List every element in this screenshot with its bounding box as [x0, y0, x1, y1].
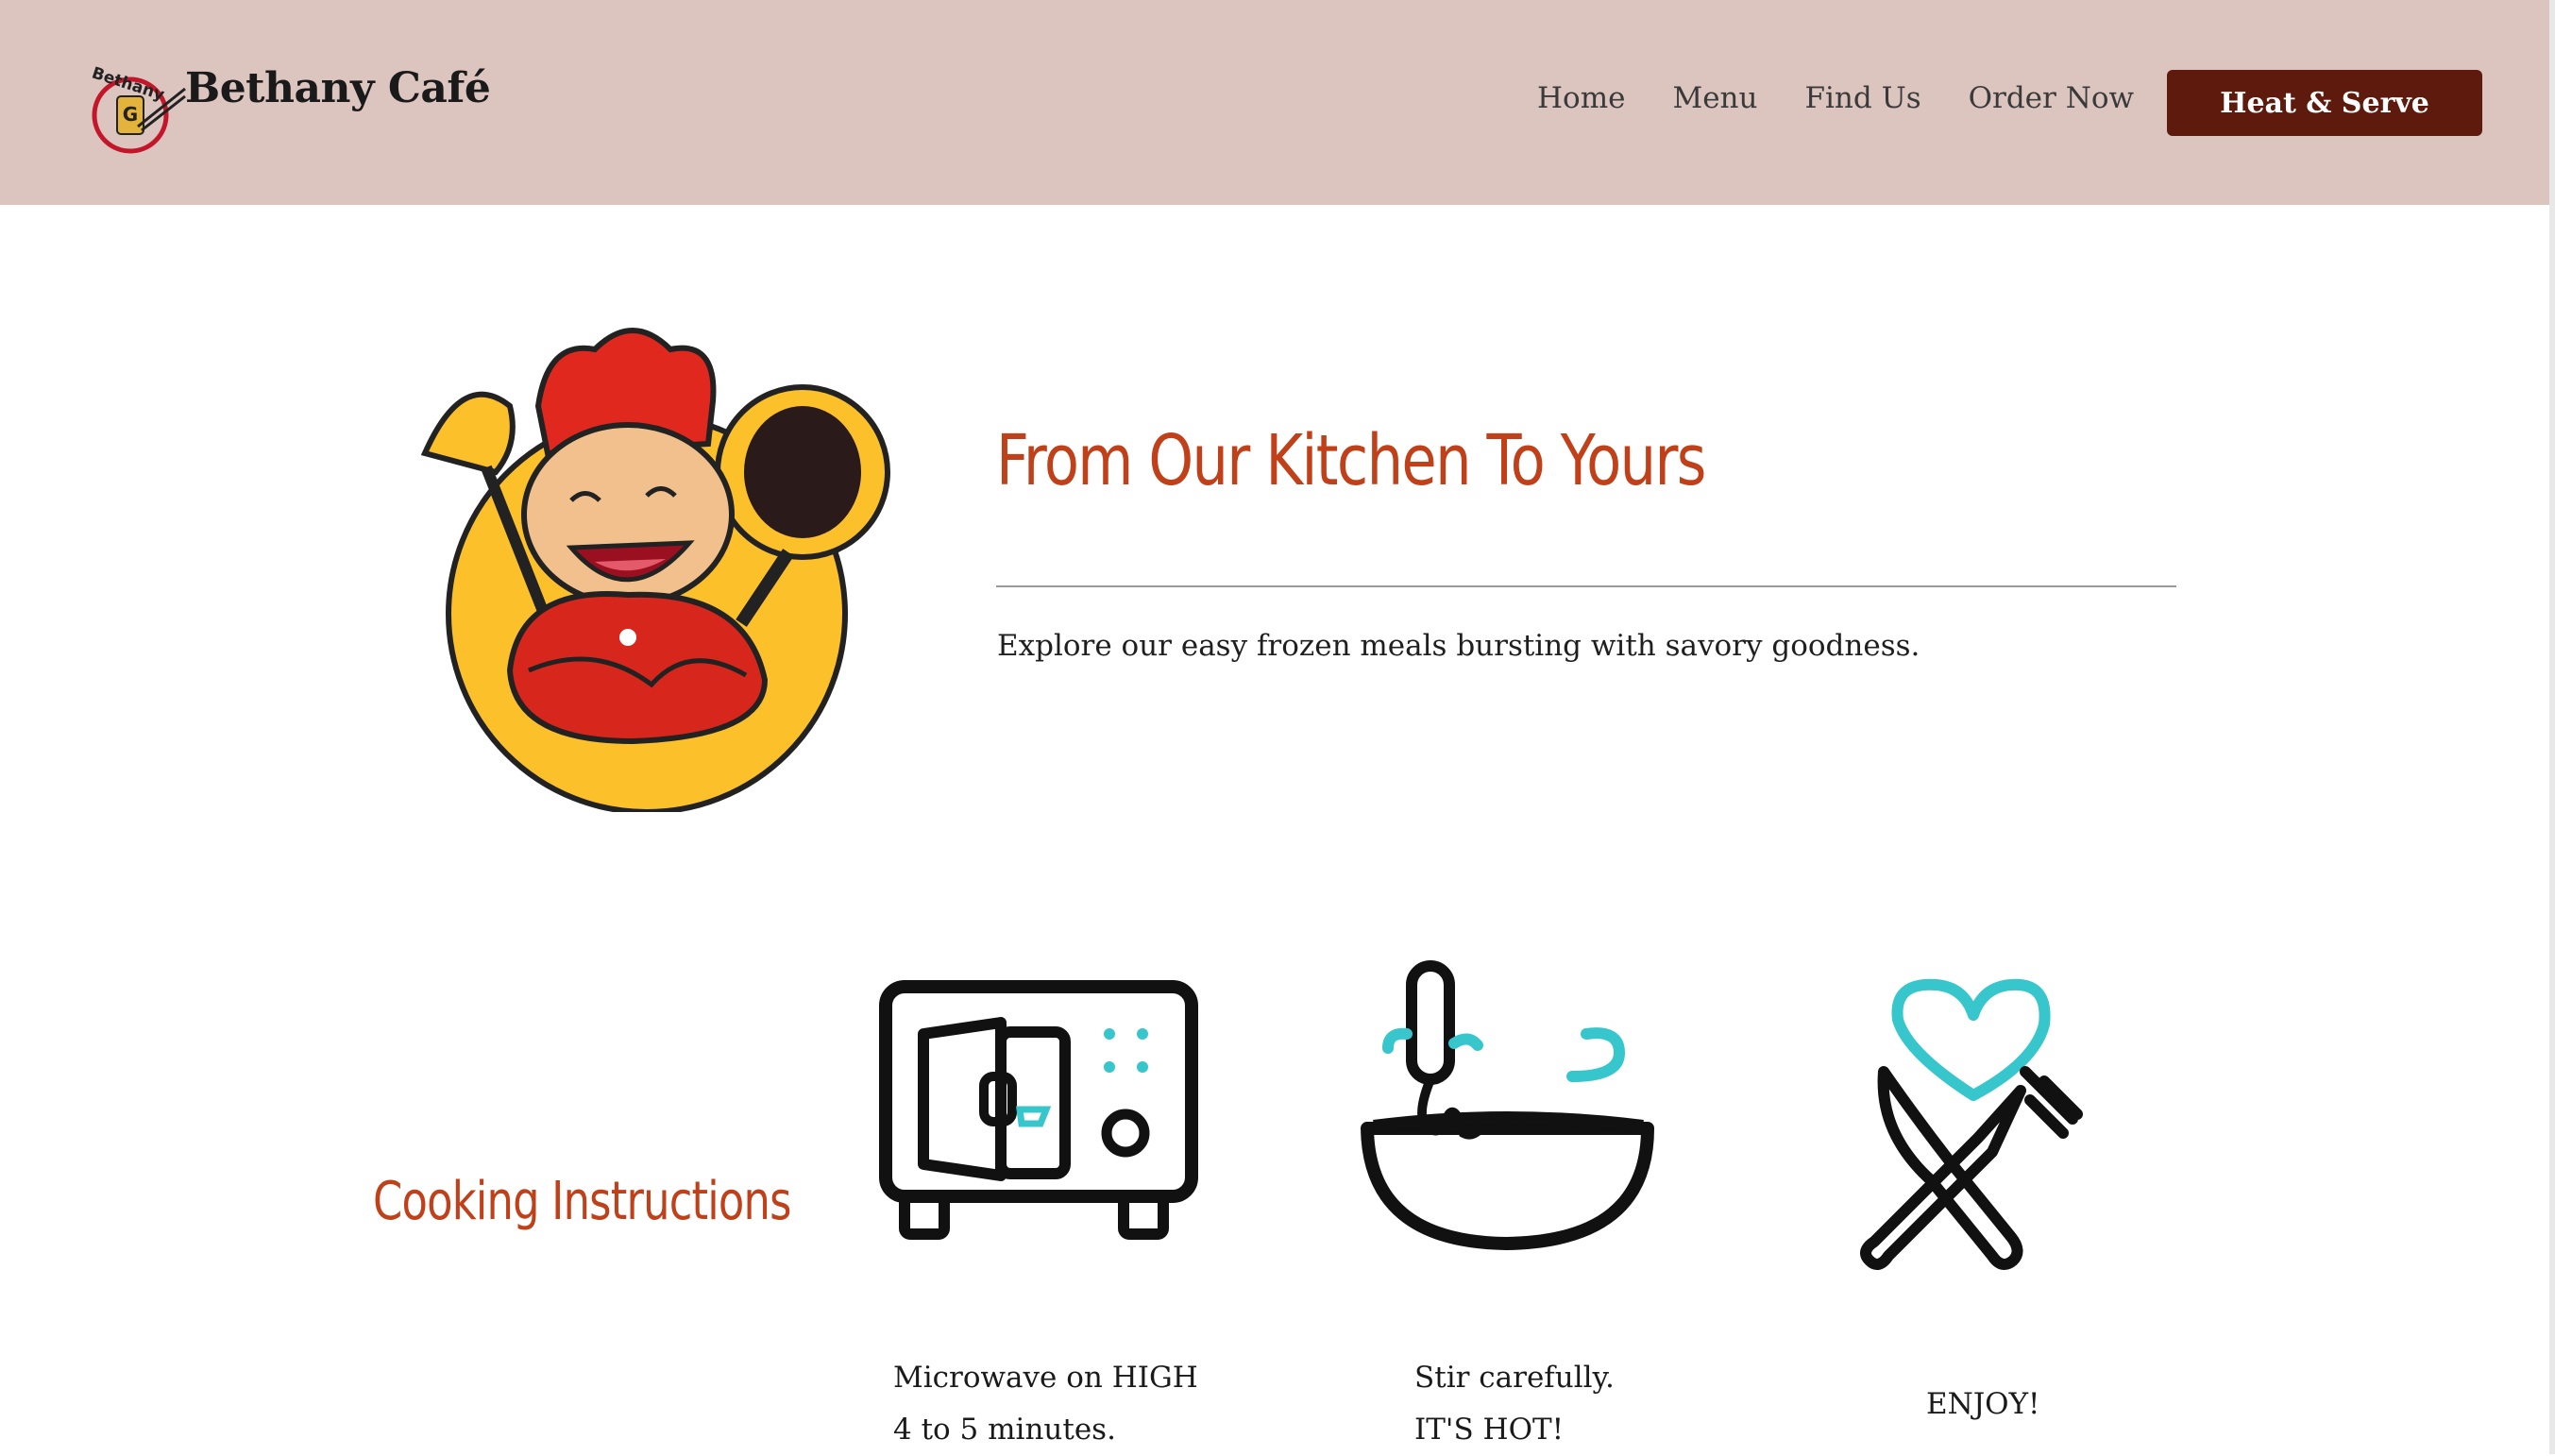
step-2-line-2: IT'S HOT! — [1414, 1413, 1565, 1447]
main-nav: Home Menu Find Us Order Now — [1537, 81, 2181, 115]
microwave-icon — [879, 980, 1198, 1240]
hero-title: From Our Kitchen To Yours — [996, 420, 1706, 501]
whisk-bowl-icon — [1361, 960, 1654, 1250]
chef-mascot-image — [420, 328, 890, 812]
window-edge — [2549, 0, 2555, 1454]
fork-knife-heart-icon — [1860, 978, 2083, 1270]
step-microwave: Microwave on HIGH 4 to 5 minutes. — [893, 1352, 1198, 1456]
site-header: G Bethany Bethany Café Home Menu Find Us… — [0, 0, 2555, 205]
cooking-instructions-heading: Cooking Instructions — [373, 1171, 791, 1232]
nav-link-menu[interactable]: Menu — [1672, 81, 1757, 115]
brand-logo[interactable]: G Bethany Bethany Café — [83, 55, 491, 159]
step-1-line-1: Microwave on HIGH — [893, 1361, 1198, 1395]
page: G Bethany Bethany Café Home Menu Find Us… — [0, 0, 2555, 1454]
step-3-line-1: ENJOY! — [1926, 1387, 2040, 1421]
nav-link-home[interactable]: Home — [1537, 81, 1625, 115]
cafe-logo-icon: G Bethany — [90, 63, 186, 154]
step-stir: Stir carefully. IT'S HOT! — [1414, 1352, 1615, 1456]
heat-and-serve-button[interactable]: Heat & Serve — [2167, 70, 2482, 136]
step-2-line-1: Stir carefully. — [1414, 1361, 1615, 1395]
step-enjoy: ENJOY! — [1926, 1379, 2040, 1431]
nav-link-order-now[interactable]: Order Now — [1969, 81, 2134, 115]
brand-name: Bethany Café — [185, 64, 491, 112]
step-1-line-2: 4 to 5 minutes. — [893, 1413, 1116, 1447]
nav-link-find-us[interactable]: Find Us — [1804, 81, 1920, 115]
hero-subtitle: Explore our easy frozen meals bursting w… — [997, 629, 1920, 663]
svg-text:G: G — [123, 103, 138, 126]
divider — [996, 585, 2176, 587]
